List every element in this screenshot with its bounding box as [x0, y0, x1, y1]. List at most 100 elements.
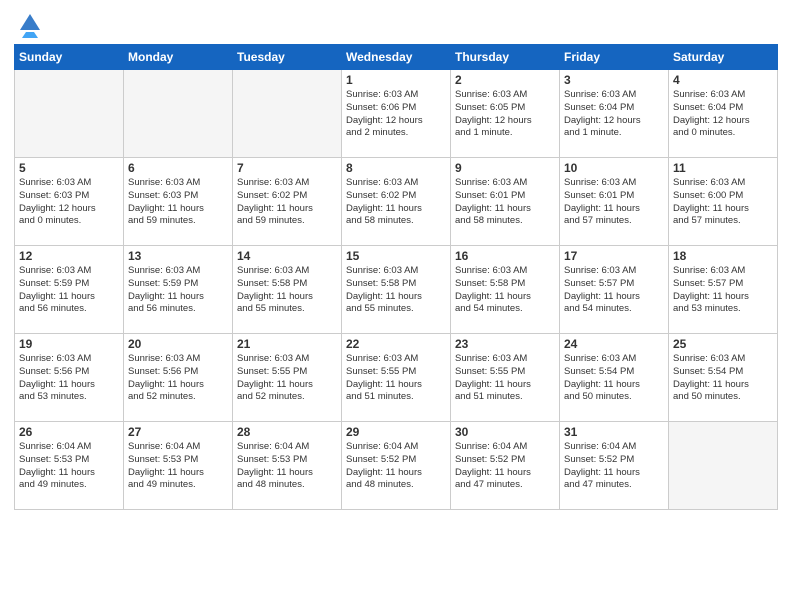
- day-cell-25: 25Sunrise: 6:03 AM Sunset: 5:54 PM Dayli…: [669, 334, 778, 422]
- day-info: Sunrise: 6:04 AM Sunset: 5:53 PM Dayligh…: [19, 441, 119, 492]
- weekday-header-sunday: Sunday: [15, 45, 124, 70]
- day-cell-10: 10 Sunrise: 6:03 AM Sunset: 6:01 PM Dayli…: [560, 158, 669, 246]
- day-number: 7: [237, 161, 337, 175]
- day-cell-19: 19Sunrise: 6:03 AM Sunset: 5:56 PM Dayli…: [15, 334, 124, 422]
- day-number: 8: [346, 161, 446, 175]
- empty-cell: [233, 70, 342, 158]
- day-info: Sunrise: 6:04 AM Sunset: 5:53 PM Dayligh…: [237, 441, 337, 492]
- day-info: Sunrise: 6:03 AM Sunset: 6:04 PM Dayligh…: [673, 89, 773, 140]
- day-number: 10: [564, 161, 664, 175]
- day-info: Sunrise: 6:04 AM Sunset: 5:52 PM Dayligh…: [346, 441, 446, 492]
- day-info: Sunrise: 6:03 AM Sunset: 5:57 PM Dayligh…: [564, 265, 664, 316]
- calendar-table: SundayMondayTuesdayWednesdayThursdayFrid…: [14, 44, 778, 510]
- day-cell-30: 30 Sunrise: 6:04 AM Sunset: 5:52 PM Dayli…: [451, 422, 560, 510]
- day-cell-8: 8 Sunrise: 6:03 AM Sunset: 6:02 PM Daylig…: [342, 158, 451, 246]
- day-cell-6: 6Sunrise: 6:03 AM Sunset: 6:03 PM Daylig…: [124, 158, 233, 246]
- day-cell-29: 29Sunrise: 6:04 AM Sunset: 5:52 PM Dayli…: [342, 422, 451, 510]
- weekday-header-monday: Monday: [124, 45, 233, 70]
- day-cell-3: 3 Sunrise: 6:03 AM Sunset: 6:04 PM Daylig…: [560, 70, 669, 158]
- day-info: Sunrise: 6:03 AM Sunset: 6:01 PM Dayligh…: [564, 177, 664, 228]
- day-number: 28: [237, 425, 337, 439]
- day-number: 16: [455, 249, 555, 263]
- day-cell-18: 18 Sunrise: 6:03 AM Sunset: 5:57 PM Dayli…: [669, 246, 778, 334]
- day-number: 20: [128, 337, 228, 351]
- day-info: Sunrise: 6:04 AM Sunset: 5:52 PM Dayligh…: [455, 441, 555, 492]
- weekday-header-wednesday: Wednesday: [342, 45, 451, 70]
- day-cell-11: 11Sunrise: 6:03 AM Sunset: 6:00 PM Dayli…: [669, 158, 778, 246]
- day-number: 24: [564, 337, 664, 351]
- day-cell-2: 2 Sunrise: 6:03 AM Sunset: 6:05 PM Daylig…: [451, 70, 560, 158]
- day-info: Sunrise: 6:03 AM Sunset: 5:57 PM Dayligh…: [673, 265, 773, 316]
- day-number: 31: [564, 425, 664, 439]
- calendar-week-row: 12 Sunrise: 6:03 AM Sunset: 5:59 PM Dayli…: [15, 246, 778, 334]
- day-number: 26: [19, 425, 119, 439]
- weekday-header-tuesday: Tuesday: [233, 45, 342, 70]
- weekday-header-thursday: Thursday: [451, 45, 560, 70]
- day-number: 30: [455, 425, 555, 439]
- day-info: Sunrise: 6:03 AM Sunset: 5:54 PM Dayligh…: [564, 353, 664, 404]
- day-cell-16: 16 Sunrise: 6:03 AM Sunset: 5:58 PM Dayli…: [451, 246, 560, 334]
- day-cell-5: 5 Sunrise: 6:03 AM Sunset: 6:03 PM Daylig…: [15, 158, 124, 246]
- day-number: 21: [237, 337, 337, 351]
- day-number: 4: [673, 73, 773, 87]
- day-info: Sunrise: 6:03 AM Sunset: 6:03 PM Dayligh…: [19, 177, 119, 228]
- day-cell-20: 20 Sunrise: 6:03 AM Sunset: 5:56 PM Dayli…: [124, 334, 233, 422]
- day-info: Sunrise: 6:03 AM Sunset: 5:55 PM Dayligh…: [455, 353, 555, 404]
- day-cell-4: 4 Sunrise: 6:03 AM Sunset: 6:04 PM Daylig…: [669, 70, 778, 158]
- day-number: 15: [346, 249, 446, 263]
- day-cell-28: 28 Sunrise: 6:04 AM Sunset: 5:53 PM Dayli…: [233, 422, 342, 510]
- empty-cell: [124, 70, 233, 158]
- weekday-header-friday: Friday: [560, 45, 669, 70]
- day-cell-17: 17 Sunrise: 6:03 AM Sunset: 5:57 PM Dayli…: [560, 246, 669, 334]
- day-info: Sunrise: 6:03 AM Sunset: 6:01 PM Dayligh…: [455, 177, 555, 228]
- day-info: Sunrise: 6:03 AM Sunset: 5:54 PM Dayligh…: [673, 353, 773, 404]
- day-info: Sunrise: 6:03 AM Sunset: 5:56 PM Dayligh…: [19, 353, 119, 404]
- weekday-header-saturday: Saturday: [669, 45, 778, 70]
- calendar-week-row: 26 Sunrise: 6:04 AM Sunset: 5:53 PM Dayli…: [15, 422, 778, 510]
- day-cell-9: 9 Sunrise: 6:03 AM Sunset: 6:01 PM Daylig…: [451, 158, 560, 246]
- day-info: Sunrise: 6:03 AM Sunset: 5:58 PM Dayligh…: [455, 265, 555, 316]
- logo-icon: [16, 10, 44, 38]
- empty-cell: [15, 70, 124, 158]
- day-info: Sunrise: 6:04 AM Sunset: 5:53 PM Dayligh…: [128, 441, 228, 492]
- day-cell-7: 7 Sunrise: 6:03 AM Sunset: 6:02 PM Daylig…: [233, 158, 342, 246]
- day-info: Sunrise: 6:03 AM Sunset: 6:04 PM Dayligh…: [564, 89, 664, 140]
- day-cell-22: 22Sunrise: 6:03 AM Sunset: 5:55 PM Dayli…: [342, 334, 451, 422]
- day-cell-13: 13 Sunrise: 6:03 AM Sunset: 5:59 PM Dayli…: [124, 246, 233, 334]
- day-info: Sunrise: 6:03 AM Sunset: 6:02 PM Dayligh…: [346, 177, 446, 228]
- day-info: Sunrise: 6:03 AM Sunset: 5:56 PM Dayligh…: [128, 353, 228, 404]
- day-info: Sunrise: 6:03 AM Sunset: 5:58 PM Dayligh…: [237, 265, 337, 316]
- day-number: 1: [346, 73, 446, 87]
- day-cell-21: 21Sunrise: 6:03 AM Sunset: 5:55 PM Dayli…: [233, 334, 342, 422]
- empty-cell: [669, 422, 778, 510]
- day-cell-15: 15 Sunrise: 6:03 AM Sunset: 5:58 PM Dayli…: [342, 246, 451, 334]
- day-number: 2: [455, 73, 555, 87]
- day-info: Sunrise: 6:03 AM Sunset: 5:59 PM Dayligh…: [128, 265, 228, 316]
- day-info: Sunrise: 6:03 AM Sunset: 6:02 PM Dayligh…: [237, 177, 337, 228]
- day-number: 9: [455, 161, 555, 175]
- header: [14, 10, 778, 38]
- day-number: 18: [673, 249, 773, 263]
- day-cell-23: 23Sunrise: 6:03 AM Sunset: 5:55 PM Dayli…: [451, 334, 560, 422]
- day-number: 17: [564, 249, 664, 263]
- day-number: 13: [128, 249, 228, 263]
- day-number: 5: [19, 161, 119, 175]
- weekday-header-row: SundayMondayTuesdayWednesdayThursdayFrid…: [15, 45, 778, 70]
- day-number: 12: [19, 249, 119, 263]
- calendar-week-row: 1Sunrise: 6:03 AM Sunset: 6:06 PM Daylig…: [15, 70, 778, 158]
- day-info: Sunrise: 6:03 AM Sunset: 5:58 PM Dayligh…: [346, 265, 446, 316]
- day-cell-24: 24 Sunrise: 6:03 AM Sunset: 5:54 PM Dayli…: [560, 334, 669, 422]
- day-number: 3: [564, 73, 664, 87]
- day-cell-26: 26 Sunrise: 6:04 AM Sunset: 5:53 PM Dayli…: [15, 422, 124, 510]
- day-info: Sunrise: 6:03 AM Sunset: 5:59 PM Dayligh…: [19, 265, 119, 316]
- day-number: 27: [128, 425, 228, 439]
- day-cell-1: 1Sunrise: 6:03 AM Sunset: 6:06 PM Daylig…: [342, 70, 451, 158]
- day-number: 22: [346, 337, 446, 351]
- day-number: 6: [128, 161, 228, 175]
- day-cell-12: 12 Sunrise: 6:03 AM Sunset: 5:59 PM Dayli…: [15, 246, 124, 334]
- day-number: 14: [237, 249, 337, 263]
- day-cell-27: 27 Sunrise: 6:04 AM Sunset: 5:53 PM Dayli…: [124, 422, 233, 510]
- day-info: Sunrise: 6:03 AM Sunset: 6:05 PM Dayligh…: [455, 89, 555, 140]
- day-number: 11: [673, 161, 773, 175]
- calendar-week-row: 19Sunrise: 6:03 AM Sunset: 5:56 PM Dayli…: [15, 334, 778, 422]
